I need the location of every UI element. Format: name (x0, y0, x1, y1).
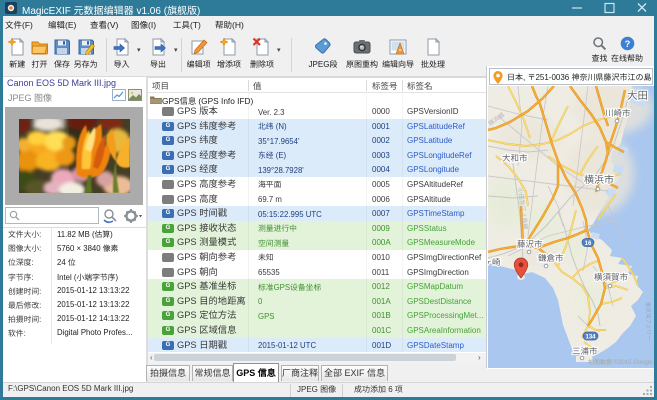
svg-text:横浜市: 横浜市 (584, 174, 614, 186)
svg-text:16: 16 (585, 241, 592, 247)
svg-text:134: 134 (585, 335, 596, 341)
svg-text:三浦市: 三浦市 (572, 346, 598, 356)
svg-text:茅ヶ崎: 茅ヶ崎 (488, 257, 501, 267)
svg-text:川崎市: 川崎市 (605, 108, 631, 118)
svg-text:大田: 大田 (627, 90, 648, 102)
svg-text:鎌倉市: 鎌倉市 (538, 253, 564, 263)
svg-text:地图数据 ©2015 Google: 地图数据 ©2015 Google (588, 358, 653, 366)
svg-text:?: ? (624, 39, 630, 49)
svg-text:藤沢市: 藤沢市 (517, 239, 543, 249)
svg-text:横須賀市: 横須賀市 (594, 272, 629, 282)
svg-text:大和市: 大和市 (502, 153, 528, 163)
